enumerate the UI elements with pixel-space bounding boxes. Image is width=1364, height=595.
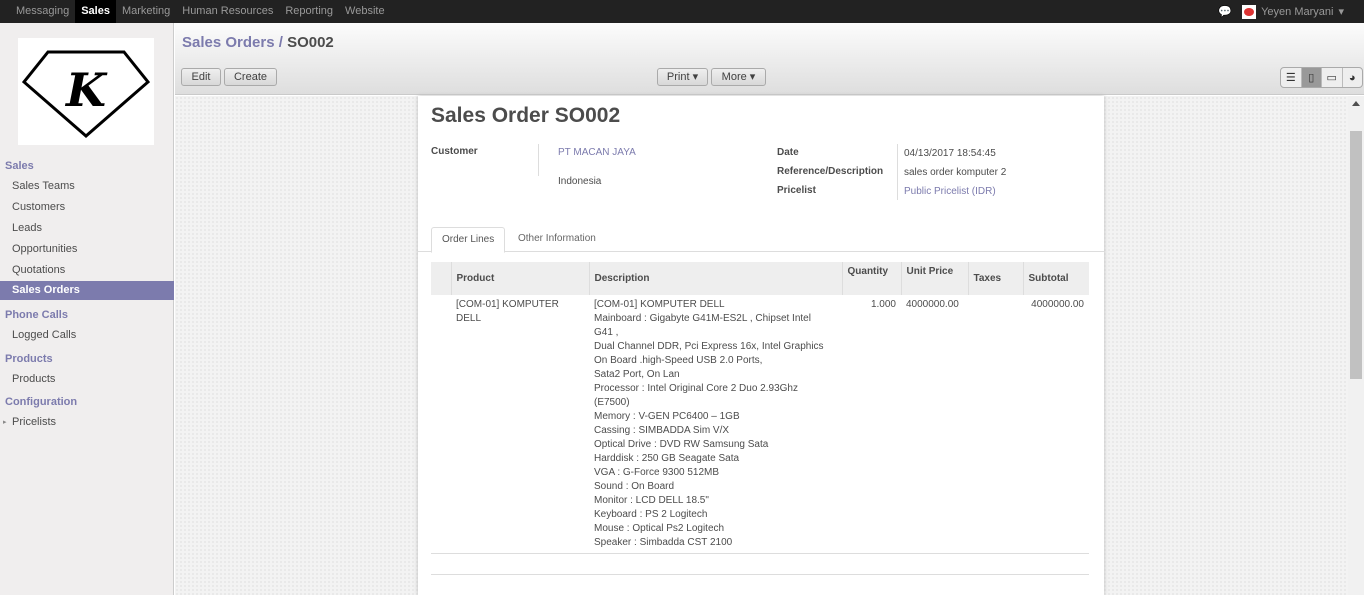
quantity-cell[interactable]: 1.000 [842, 295, 901, 554]
divider [431, 574, 1089, 575]
description-line: Speaker : Simbadda CST 2100 [594, 537, 733, 548]
description-cell[interactable]: [COM-01] KOMPUTER DELL Mainboard : Gigaby… [589, 295, 842, 554]
sidebar-item-opportunities[interactable]: Opportunities [0, 240, 174, 259]
col-quantity[interactable]: Quantity [841, 262, 901, 295]
menu-human-resources[interactable]: Human Resources [176, 0, 279, 23]
sidebar-item-quotations[interactable]: Quotations [0, 261, 174, 280]
sidebar-item-sales-orders[interactable]: Sales Orders [0, 281, 174, 300]
form-title-label: Sales Order [431, 104, 549, 127]
breadcrumb-current: SO002 [287, 34, 334, 51]
sidebar-section-sales: Sales [5, 160, 34, 172]
form-view-icon[interactable]: ▯ [1301, 68, 1322, 87]
col-taxes[interactable]: Taxes [967, 262, 1023, 295]
expand-arrow-icon: ▸ [3, 419, 7, 426]
subtotal-cell[interactable]: 4000000.00 [1023, 295, 1089, 554]
customer-country: Indonesia [558, 176, 602, 187]
user-name: Yeyen Maryani [1261, 5, 1334, 18]
print-button[interactable]: Print ▾ [657, 68, 708, 86]
description-line: Optical Drive : DVD RW Samsung Sata [594, 439, 769, 450]
sidebar-item-label: Pricelists [12, 416, 57, 428]
view-switcher: ☰ ▯ ▭ ◕ [1280, 67, 1363, 88]
description-line: Monitor : LCD DELL 18.5" [594, 495, 709, 506]
unit-price-cell[interactable]: 4000000.00 [901, 295, 968, 554]
sidebar: K Sales Sales Teams Customers Leads Oppo… [0, 23, 174, 595]
reference-label: Reference/Description [777, 166, 884, 177]
description-line: [COM-01] KOMPUTER DELL [594, 299, 725, 310]
tab-order-lines[interactable]: Order Lines [431, 227, 506, 253]
sidebar-item-products[interactable]: Products [0, 370, 174, 389]
avatar [1242, 4, 1257, 19]
col-description[interactable]: Description [588, 262, 842, 295]
menu-reporting[interactable]: Reporting [279, 0, 339, 23]
description-line: Keyboard : PS 2 Logitech [594, 509, 708, 520]
menu-messaging[interactable]: Messaging [10, 0, 75, 23]
sidebar-section-products: Products [5, 353, 53, 365]
notebook-tabs: Order Lines Other Information [418, 226, 1104, 253]
user-menu[interactable]: Yeyen Maryani ▾ [1242, 4, 1344, 19]
more-button[interactable]: More ▾ [711, 68, 766, 86]
scrollbar-thumb[interactable] [1350, 131, 1362, 379]
form-area: Sales Order SO002 Customer PT MACAN JAYA… [175, 96, 1348, 595]
date-field[interactable]: 04/13/2017 18:54:45 [904, 148, 996, 159]
description-line: Dual Channel DDR, Pci Express 16x, Intel… [594, 341, 824, 352]
order-lines-table: Product Description Quantity Unit Price … [431, 262, 1089, 554]
menu-sales[interactable]: Sales [75, 0, 116, 23]
pricelist-label: Pricelist [777, 185, 816, 196]
col-unit-price[interactable]: Unit Price [900, 262, 968, 295]
description-line: Sata2 Port, On Lan [594, 369, 680, 380]
breadcrumb: Sales Orders / SO002 [182, 34, 334, 51]
description-line: Cassing : SIMBADDA Sim V/X [594, 425, 730, 436]
form-sheet: Sales Order SO002 Customer PT MACAN JAYA… [418, 96, 1104, 595]
description-line: (E7500) [594, 397, 630, 408]
description-line: Mainboard : Gigabyte G41M-ES2L , Chipset… [594, 313, 811, 324]
table-row[interactable]: [COM-01] KOMPUTER DELL [COM-01] KOMPUTER… [431, 295, 1089, 554]
col-subtotal[interactable]: Subtotal [1022, 262, 1089, 295]
description-line: Mouse : Optical Ps2 Logitech [594, 523, 725, 534]
breadcrumb-separator: / [274, 34, 288, 51]
customer-label: Customer [431, 146, 478, 157]
sidebar-item-logged-calls[interactable]: Logged Calls [0, 326, 174, 345]
customer-field[interactable]: PT MACAN JAYA [558, 147, 636, 158]
sidebar-item-leads[interactable]: Leads [0, 219, 174, 238]
caret-down-icon: ▾ [1338, 6, 1344, 18]
description-line: Sound : On Board [594, 481, 675, 492]
company-logo[interactable]: K [18, 38, 154, 145]
svg-text:K: K [64, 63, 108, 117]
sidebar-item-sales-teams[interactable]: Sales Teams [0, 177, 174, 196]
control-panel: Sales Orders / SO002 Edit Create Print ▾… [175, 23, 1364, 95]
edit-button[interactable]: Edit [181, 68, 221, 86]
sidebar-section-configuration: Configuration [5, 396, 78, 408]
product-cell[interactable]: [COM-01] KOMPUTER DELL [451, 295, 589, 554]
create-button[interactable]: Create [224, 68, 277, 86]
date-label: Date [777, 147, 799, 158]
sidebar-item-pricelists[interactable]: ▸ Pricelists [0, 413, 174, 432]
pricelist-field[interactable]: Public Pricelist (IDR) [904, 186, 996, 197]
chat-icon[interactable]: 💬 [1218, 5, 1232, 18]
breadcrumb-sales-orders[interactable]: Sales Orders [182, 34, 275, 51]
description-line: Processor : Intel Original Core 2 Duo 2.… [594, 383, 798, 394]
graph-view-icon[interactable]: ◕ [1343, 68, 1363, 87]
form-title: Sales Order SO002 [431, 104, 620, 128]
sidebar-item-customers[interactable]: Customers [0, 198, 174, 217]
description-line: G41 , [594, 327, 619, 338]
taxes-cell[interactable] [968, 295, 1023, 554]
description-line: On Board .high-Speed USB 2.0 Ports, [594, 355, 763, 366]
tab-other-information[interactable]: Other Information [508, 227, 606, 253]
description-line: Memory : V-GEN PC6400 – 1GB [594, 411, 740, 422]
calendar-view-icon[interactable]: ▭ [1322, 68, 1343, 87]
list-view-icon[interactable]: ☰ [1281, 68, 1302, 87]
col-product[interactable]: Product [450, 262, 589, 295]
top-menu-bar: Messaging Sales Marketing Human Resource… [0, 0, 1364, 23]
menu-website[interactable]: Website [339, 0, 391, 23]
order-number: SO002 [554, 104, 621, 127]
description-line: VGA : G-Force 9300 512MB [594, 467, 720, 478]
description-line: Harddisk : 250 GB Seagate Sata [594, 453, 740, 464]
menu-marketing[interactable]: Marketing [116, 0, 176, 23]
sidebar-section-phone-calls: Phone Calls [5, 309, 68, 321]
scroll-up-icon[interactable] [1352, 101, 1360, 106]
scrollbar[interactable] [1348, 96, 1364, 595]
reference-field[interactable]: sales order komputer 2 [904, 167, 1006, 178]
